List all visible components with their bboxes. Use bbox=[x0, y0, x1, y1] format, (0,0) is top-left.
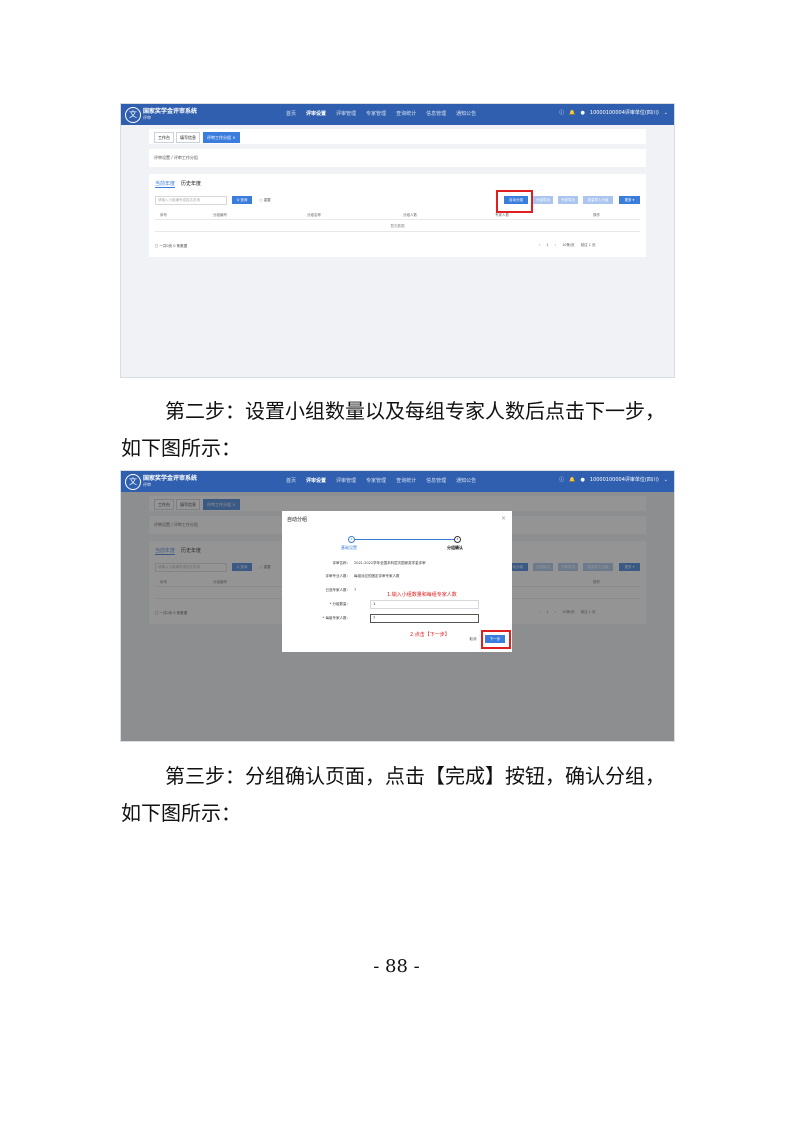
nav-item-info[interactable]: 信息管理 bbox=[426, 110, 446, 117]
nav-item-review-settings[interactable]: 评审设置 bbox=[306, 477, 326, 484]
goto-page[interactable]: 前往 1 页 bbox=[581, 243, 596, 248]
pagination: ‹ 1 › 10条/页 前往 1 页 bbox=[539, 243, 596, 248]
user-icon[interactable]: ● bbox=[581, 110, 585, 116]
info-icon[interactable]: ⓘ bbox=[559, 109, 564, 116]
bell-icon[interactable]: 🔔 bbox=[569, 477, 575, 483]
user-name[interactable]: 10000100004评审单位(四川) bbox=[590, 476, 659, 483]
table-header: 序号 分组编号 分组名称 分组人数 专家人数 操作 bbox=[155, 211, 640, 220]
field-label-selected-experts: 已选专家人数： bbox=[325, 588, 351, 592]
nav-item-notice[interactable]: 通知公告 bbox=[456, 110, 476, 117]
chevron-down-icon[interactable]: ⌄ bbox=[664, 110, 668, 116]
group-list-panel: 当前年度 历史年度 请输入小组编号或姓名查询 Q 查询 ○ 重置 自动分组 分组… bbox=[149, 174, 646, 257]
info-icon[interactable]: ⓘ bbox=[559, 476, 564, 483]
top-right-tools: ⓘ 🔔 ● 10000100004评审单位(四川) ⌄ bbox=[559, 109, 668, 117]
dialog-title: 自动分组 bbox=[287, 517, 308, 523]
nav-item-home[interactable]: 首页 bbox=[286, 477, 296, 484]
auto-group-dialog: 自动分组 × 1 2 基础设置 分组确认 评审名称： 2021-2022学年全国… bbox=[282, 511, 512, 652]
step-2-label: 分组确认 bbox=[447, 545, 463, 550]
nav-item-experts[interactable]: 专家管理 bbox=[366, 477, 386, 484]
group-count-input[interactable]: 1 bbox=[370, 600, 479, 609]
export-expert-button[interactable]: 专家导出 bbox=[558, 196, 578, 204]
user-icon[interactable]: ● bbox=[581, 477, 585, 483]
step2-text-line2: 如下图所示： bbox=[121, 436, 241, 460]
search-input[interactable]: 请输入小组编号或姓名查询 bbox=[155, 196, 227, 205]
tab-group-work[interactable]: 评审工作分组 × bbox=[203, 132, 240, 143]
search-button[interactable]: Q 查询 bbox=[232, 196, 252, 204]
page-number[interactable]: 1 bbox=[546, 243, 548, 248]
reset-button[interactable]: ○ 重置 bbox=[256, 196, 274, 204]
field-value-review-name: 2021-2022学年全国本科层次国家奖学金评审 bbox=[354, 561, 426, 565]
nav-item-home[interactable]: 首页 bbox=[286, 110, 296, 117]
breadcrumb: 评审设置 / 评审工作分组 bbox=[154, 155, 198, 160]
main-nav: 首页 评审设置 评审管理 专家管理 查询统计 信息管理 通知公告 bbox=[286, 110, 476, 117]
step-1-label: 基础设置 bbox=[341, 545, 357, 550]
page-size-select[interactable]: 10条/页 bbox=[562, 243, 575, 248]
breadcrumb-panel: 评审设置 / 评审工作分组 bbox=[149, 149, 646, 167]
export-group-button[interactable]: 分组导出 bbox=[533, 196, 553, 204]
top-right-tools: ⓘ 🔔 ● 10000100004评审单位(四川) ⌄ bbox=[559, 476, 668, 484]
col-group-no: 分组编号 bbox=[213, 213, 227, 217]
field-label-experts-per-group: * 每组专家人数： bbox=[322, 616, 350, 620]
bell-icon[interactable]: 🔔 bbox=[569, 110, 575, 116]
field-label-review-experts: 评审专业人数： bbox=[325, 574, 351, 578]
field-label-group-count: * 分组数量： bbox=[329, 602, 350, 606]
nav-item-review-settings[interactable]: 评审设置 bbox=[306, 110, 326, 117]
nav-item-review-manage[interactable]: 评审管理 bbox=[336, 477, 356, 484]
next-page-button[interactable]: › bbox=[555, 243, 556, 248]
tab-fill-info[interactable]: 填写信息 bbox=[176, 132, 200, 143]
more-button[interactable]: 更多 ▾ bbox=[619, 196, 640, 204]
step2-text-line1: 第二步：设置小组数量以及每组专家人数后点击下一步， bbox=[165, 399, 665, 423]
table-footer-summary: □ 一共0页 0 条数据 bbox=[155, 244, 188, 248]
experts-per-group-input[interactable]: 7 bbox=[370, 614, 479, 623]
annotation-step1: 1.输入小组数量和每组专家人数 bbox=[387, 592, 457, 598]
page-tabs: 工作台 填写信息 评审工作分组 × bbox=[149, 129, 646, 144]
col-group-name: 分组名称 bbox=[307, 213, 321, 217]
app-logo-icon: 文 bbox=[125, 107, 141, 123]
step-2-icon: 2 bbox=[454, 536, 461, 543]
app-logo-icon: 文 bbox=[125, 474, 141, 490]
step3-text-line1: 第三步：分组确认页面，点击【完成】按钮，确认分组， bbox=[165, 764, 665, 788]
tab-workbench[interactable]: 工作台 bbox=[154, 132, 174, 143]
app-title: 国家奖学金评审系统 bbox=[143, 108, 198, 115]
app-subtitle: 评审 bbox=[143, 482, 151, 487]
page-number-footer: - 88 - bbox=[373, 956, 420, 977]
top-navbar: 文 国家奖学金评审系统 评审 首页 评审设置 评审管理 专家管理 查询统计 信息… bbox=[121, 104, 674, 125]
col-actions: 操作 bbox=[593, 213, 600, 217]
cancel-button[interactable]: 取消 bbox=[467, 635, 479, 643]
prev-page-button[interactable]: ‹ bbox=[539, 243, 540, 248]
app-title: 国家奖学金评审系统 bbox=[143, 475, 198, 482]
chevron-down-icon[interactable]: ⌄ bbox=[664, 477, 668, 483]
subtab-current-year[interactable]: 当前年度 bbox=[155, 180, 176, 188]
nav-item-query[interactable]: 查询统计 bbox=[396, 477, 416, 484]
step3-text-line2: 如下图所示： bbox=[121, 801, 241, 825]
top-navbar: 文 国家奖学金评审系统 评审 首页 评审设置 评审管理 专家管理 查询统计 信息… bbox=[121, 471, 674, 492]
subtab-history-year[interactable]: 历史年度 bbox=[181, 180, 201, 187]
field-value-review-experts: 每组对应的固定评审专家人数 bbox=[354, 574, 400, 578]
col-group-count: 分组人数 bbox=[403, 213, 417, 217]
step-1-icon: 1 bbox=[348, 536, 355, 543]
step-progress-line bbox=[354, 539, 454, 540]
nav-item-info[interactable]: 信息管理 bbox=[426, 477, 446, 484]
user-name[interactable]: 10000100004评审单位(四川) bbox=[590, 109, 659, 116]
field-value-selected-experts: 7 bbox=[354, 588, 357, 592]
nav-item-notice[interactable]: 通知公告 bbox=[456, 477, 476, 484]
field-label-review-name: 评审名称： bbox=[332, 561, 351, 565]
col-index: 序号 bbox=[160, 213, 167, 217]
nav-item-query[interactable]: 查询统计 bbox=[396, 110, 416, 117]
nav-item-experts[interactable]: 专家管理 bbox=[366, 110, 386, 117]
highlight-box bbox=[496, 190, 533, 213]
empty-state: 暂无数据 bbox=[155, 221, 640, 232]
batch-import-button[interactable]: 批量导入分组 bbox=[583, 196, 613, 204]
annotation-step2: 2.点击【下一步】 bbox=[410, 632, 450, 638]
nav-item-review-manage[interactable]: 评审管理 bbox=[336, 110, 356, 117]
col-expert-count: 专家人数 bbox=[495, 213, 509, 217]
highlight-box bbox=[481, 630, 511, 649]
app-subtitle: 评审 bbox=[143, 115, 151, 120]
screenshot-auto-group-dialog: 文 国家奖学金评审系统 评审 首页 评审设置 评审管理 专家管理 查询统计 信息… bbox=[120, 470, 675, 742]
close-icon[interactable]: × bbox=[501, 515, 506, 522]
screenshot-group-list: 文 国家奖学金评审系统 评审 首页 评审设置 评审管理 专家管理 查询统计 信息… bbox=[120, 103, 675, 378]
main-nav: 首页 评审设置 评审管理 专家管理 查询统计 信息管理 通知公告 bbox=[286, 477, 476, 484]
